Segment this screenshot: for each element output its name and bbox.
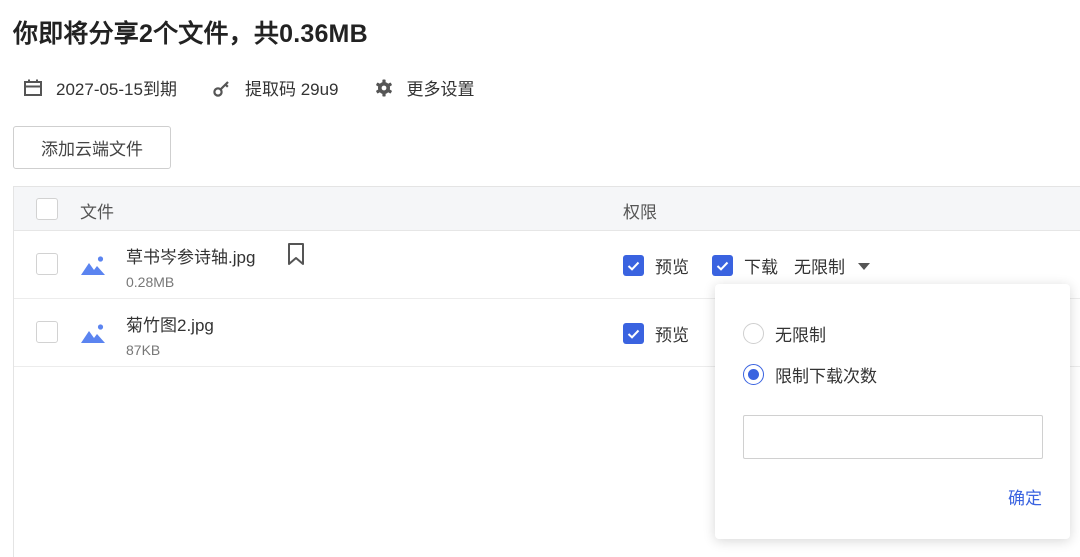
expiry-text: 2027-05-15到期 [56,80,177,99]
gear-icon [373,77,395,99]
radio-limit-count[interactable]: 限制下载次数 [743,362,877,387]
extraction-code-text: 提取码 29u9 [244,80,339,99]
caret-down-icon [858,263,870,270]
more-settings[interactable]: 更多设置 [373,75,475,100]
radio-circle-selected[interactable] [743,364,764,385]
confirm-button[interactable]: 确定 [1008,484,1042,509]
row-checkbox[interactable] [36,321,58,343]
key-icon [211,77,233,99]
download-label: 下载 [744,258,778,277]
more-settings-text: 更多设置 [406,80,475,99]
extraction-code[interactable]: 提取码 29u9 [211,75,339,100]
bookmark-icon[interactable] [286,242,306,266]
preview-label: 预览 [655,258,689,277]
add-cloud-file-button[interactable]: 添加云端文件 [13,126,171,169]
download-limit-value: 无限制 [794,258,845,277]
image-file-icon [80,254,106,276]
permission-group: 预览 [623,321,689,346]
file-name[interactable]: 草书岑参诗轴.jpg [126,243,255,268]
preview-checkbox[interactable] [623,323,644,344]
download-checkbox[interactable] [712,255,733,276]
column-permission: 权限 [623,203,657,222]
table-header: 文件 权限 [14,187,1080,231]
file-name[interactable]: 菊竹图2.jpg [126,311,214,336]
column-file: 文件 [80,203,114,222]
file-size: 87KB [126,342,161,358]
preview-checkbox[interactable] [623,255,644,276]
expiry-setting[interactable]: 2027-05-15到期 [22,75,177,100]
row-checkbox[interactable] [36,253,58,275]
download-limit-dropdown[interactable]: 无限制 [794,253,870,278]
calendar-icon [22,77,44,99]
image-file-icon [80,322,106,344]
radio-unlimited-label: 无限制 [775,326,826,345]
download-limit-popup: 无限制 限制下载次数 确定 [715,284,1070,539]
page-title: 你即将分享2个文件，共0.36MB [13,20,368,48]
permission-group: 预览 下载 无限制 [623,253,870,278]
download-count-input[interactable] [743,415,1043,459]
radio-circle[interactable] [743,323,764,344]
select-all-checkbox[interactable] [36,198,58,220]
preview-label: 预览 [655,326,689,345]
file-size: 0.28MB [126,274,175,290]
radio-limit-count-label: 限制下载次数 [775,367,877,386]
radio-unlimited[interactable]: 无限制 [743,321,826,346]
share-meta-bar: 2027-05-15到期 提取码 29u9 更多设置 [22,75,509,100]
